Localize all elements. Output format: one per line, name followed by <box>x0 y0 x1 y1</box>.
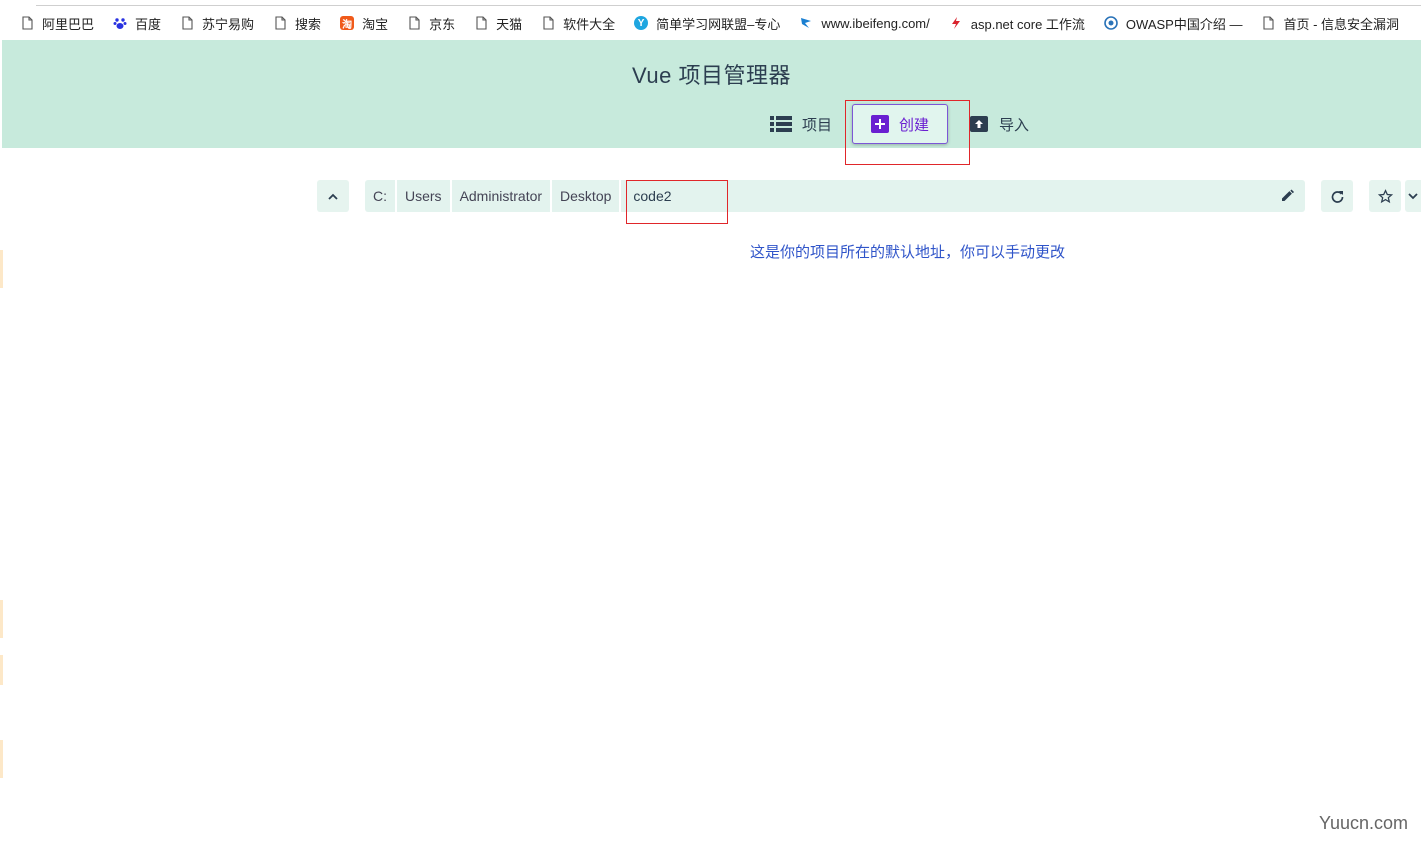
star-outline-icon <box>1377 188 1393 203</box>
annotation-box-create <box>845 100 970 165</box>
bookmark-label: 天猫 <box>496 16 523 32</box>
bookmark-label: 阿里巴巴 <box>42 16 95 32</box>
folder-path-bar: C: Users Administrator Desktop code2 <box>365 180 1305 212</box>
bookmark-tmall[interactable]: 天猫 <box>474 14 522 33</box>
bookmark-suning[interactable]: 苏宁易购 <box>180 14 254 33</box>
tab-projects[interactable]: 项目 <box>770 104 832 144</box>
crumb-drive[interactable]: C: <box>365 180 397 212</box>
annotation-hint-text: 这是你的项目所在的默认地址，你可以手动更改 <box>750 244 1066 261</box>
y-badge-icon: Y <box>634 16 649 30</box>
bookmark-label: asp.net core 工作流 <box>970 16 1085 32</box>
crumb-users[interactable]: Users <box>397 180 452 212</box>
bookmark-software[interactable]: 软件大全 <box>541 14 615 33</box>
refresh-icon <box>1331 190 1343 203</box>
bookmark-alibaba[interactable]: 阿里巴巴 <box>20 14 94 33</box>
page-icon <box>541 16 555 30</box>
tab-projects-label: 项目 <box>802 116 833 134</box>
ibeifeng-icon <box>799 16 813 30</box>
pencil-icon <box>1282 189 1294 201</box>
edit-path-button[interactable] <box>1280 188 1295 208</box>
parent-folder-button[interactable] <box>317 180 349 212</box>
page-icon <box>407 16 421 30</box>
bookmark-ibeifeng[interactable]: www.ibeifeng.com/ <box>799 15 930 31</box>
main-nav: 项目 创建 导入 <box>2 104 1421 144</box>
bookmark-label: 搜索 <box>295 16 322 32</box>
bookmarks-bar: 阿里巴巴 百度 苏宁易购 搜索 淘 淘宝 京东 天猫 软件大全 Y 简单学习网联… <box>0 6 1421 40</box>
gutter-mark <box>0 655 3 685</box>
chevron-down-icon <box>1408 192 1418 199</box>
favorite-button[interactable] <box>1369 180 1401 212</box>
more-options-button[interactable] <box>1405 180 1421 212</box>
bookmark-label: 简单学习网联盟–专心 <box>656 16 781 32</box>
gutter-mark <box>0 740 3 778</box>
watermark: Yuucn.com <box>1318 813 1408 833</box>
refresh-button[interactable] <box>1321 180 1353 212</box>
crumb-administrator[interactable]: Administrator <box>452 180 553 212</box>
bookmark-label: 百度 <box>135 16 162 32</box>
app-title: Vue 项目管理器 <box>632 63 791 88</box>
gutter-mark <box>0 600 3 638</box>
bookmark-taobao[interactable]: 淘 淘宝 <box>340 14 388 33</box>
owasp-icon <box>1104 16 1118 30</box>
crumb-desktop[interactable]: Desktop <box>552 180 622 212</box>
page-icon <box>273 16 287 30</box>
bookmark-jd[interactable]: 京东 <box>407 14 455 33</box>
app-header: Vue 项目管理器 项目 创建 导入 <box>2 40 1421 148</box>
page-icon <box>1261 16 1275 30</box>
bookmark-jiandan[interactable]: Y 简单学习网联盟–专心 <box>634 14 780 33</box>
bookmark-label: www.ibeifeng.com/ <box>821 15 930 31</box>
page-icon <box>180 16 194 30</box>
chevron-up-icon <box>328 193 338 200</box>
bookmark-baidu[interactable]: 百度 <box>113 14 161 33</box>
bookmark-owasp[interactable]: OWASP中国介绍 — <box>1104 14 1243 33</box>
aspnet-icon <box>949 16 963 30</box>
bookmark-label: 苏宁易购 <box>202 16 255 32</box>
tab-import-label: 导入 <box>999 116 1030 134</box>
bookmark-label: 淘宝 <box>362 16 389 32</box>
taobao-icon: 淘 <box>340 16 355 31</box>
bookmark-vuln[interactable]: 首页 - 信息安全漏洞 <box>1261 14 1399 33</box>
list-icon <box>770 116 792 132</box>
tab-import[interactable]: 导入 <box>969 104 1029 144</box>
bookmark-search[interactable]: 搜索 <box>273 14 321 33</box>
bookmark-aspnet[interactable]: asp.net core 工作流 <box>949 14 1085 33</box>
bookmark-label: 软件大全 <box>563 16 616 32</box>
annotation-box-folder <box>626 180 728 224</box>
bookmark-label: 首页 - 信息安全漏洞 <box>1283 16 1400 32</box>
baidu-paw-icon <box>113 16 127 30</box>
bookmark-label: 京东 <box>429 16 456 32</box>
upload-box-icon <box>969 115 989 133</box>
gutter-mark <box>0 250 3 288</box>
page-icon <box>474 16 488 30</box>
page-icon <box>20 16 34 30</box>
bookmark-label: OWASP中国介绍 — <box>1125 16 1243 32</box>
